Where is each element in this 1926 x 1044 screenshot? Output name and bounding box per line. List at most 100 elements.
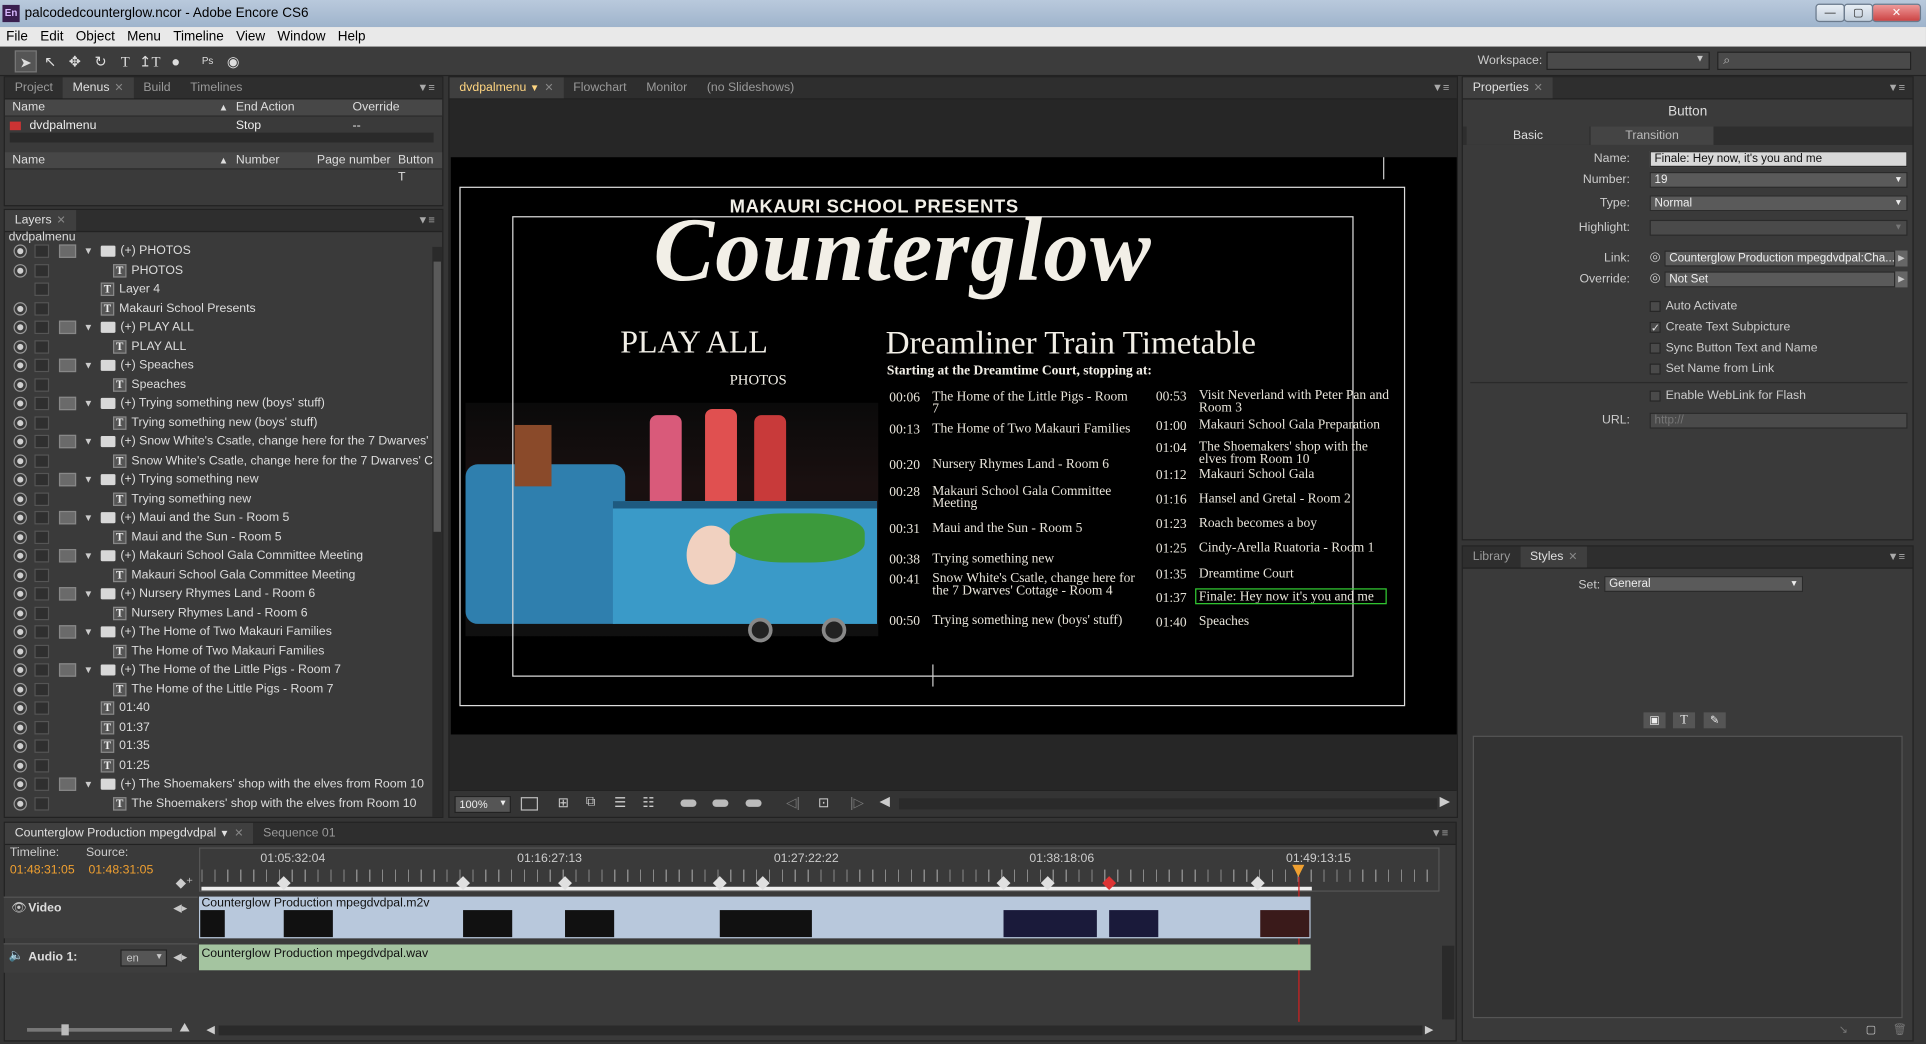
visibility-eye-icon[interactable] bbox=[13, 263, 28, 277]
col-page-number[interactable]: Page number bbox=[317, 152, 391, 169]
visibility-eye-icon[interactable] bbox=[13, 568, 28, 582]
lock-toggle[interactable] bbox=[34, 396, 50, 411]
layer-set-toggle[interactable] bbox=[58, 358, 77, 373]
timetable-stop-button[interactable]: Visit Neverland with Peter Pan and Room … bbox=[1199, 389, 1393, 415]
layer-set-toggle[interactable] bbox=[58, 625, 77, 639]
col-button-name[interactable]: Name bbox=[12, 152, 45, 169]
lock-toggle[interactable] bbox=[34, 510, 50, 525]
zoom-in-icon[interactable]: ⛰ bbox=[179, 1022, 189, 1036]
tab-menus[interactable]: Menus ✕ bbox=[62, 77, 134, 99]
zoom-slider[interactable] bbox=[27, 1024, 172, 1036]
layer-group-row[interactable]: ▼ (+) Nursery Rhymes Land - Room 6 bbox=[5, 585, 432, 604]
layer-set-toggle[interactable] bbox=[58, 549, 77, 563]
tab-basic[interactable]: Basic bbox=[1466, 126, 1590, 145]
layer-row[interactable]: T Speaches bbox=[5, 375, 432, 394]
tab-timeline-main[interactable]: Counterglow Production mpegdvdpal ▼ ✕ bbox=[4, 822, 254, 844]
visibility-eye-icon[interactable] bbox=[13, 491, 28, 506]
menu-menu[interactable]: Menu bbox=[121, 27, 167, 47]
layer-group-row[interactable]: ▼ (+) Maui and the Sun - Room 5 bbox=[5, 508, 432, 527]
menu-file[interactable]: File bbox=[0, 27, 34, 47]
panel-menu-icon[interactable]: ▼≡ bbox=[1431, 827, 1448, 839]
layer-row[interactable]: T Makauri School Gala Committee Meeting bbox=[5, 566, 432, 585]
visibility-eye-icon[interactable] bbox=[13, 549, 28, 563]
tab-slideshows[interactable]: (no Slideshows) bbox=[697, 77, 804, 98]
selected-state-icon[interactable] bbox=[680, 799, 697, 807]
menu-row[interactable]: dvdpalmenu Stop -- bbox=[5, 118, 435, 134]
panel-menu-icon[interactable]: ▼≡ bbox=[1888, 550, 1905, 562]
layer-row[interactable]: T Nursery Rhymes Land - Room 6 bbox=[5, 604, 432, 623]
timetable-stop-button[interactable]: Nursery Rhymes Land - Room 6 bbox=[932, 458, 1135, 472]
menu-canvas[interactable]: MAKAURI SCHOOL PRESENTS Counterglow PLAY… bbox=[450, 157, 1457, 735]
lock-toggle[interactable] bbox=[34, 453, 50, 468]
tab-layers[interactable]: Layers ✕ bbox=[4, 210, 76, 231]
layer-row[interactable]: T Layer 4 bbox=[5, 280, 432, 299]
layer-row[interactable]: T Snow White's Csatle, change here for th… bbox=[5, 451, 432, 470]
route-icon[interactable]: ☰ bbox=[614, 795, 626, 811]
safe-area-icon[interactable] bbox=[520, 797, 538, 811]
layer-set-toggle[interactable] bbox=[58, 396, 77, 411]
layer-set-toggle[interactable] bbox=[58, 434, 77, 449]
layer-set-toggle[interactable] bbox=[58, 777, 77, 791]
timetable-stop-button[interactable]: Makauri School Gala bbox=[1199, 467, 1393, 481]
highlight-icon[interactable] bbox=[745, 799, 762, 807]
delete-style-icon[interactable]: 🗑 bbox=[1893, 1023, 1907, 1037]
option-checkbox[interactable] bbox=[1649, 363, 1661, 375]
timetable-stop-button[interactable]: Snow White's Csatle, change here for the… bbox=[932, 572, 1135, 598]
lock-toggle[interactable] bbox=[34, 320, 50, 335]
layer-group-row[interactable]: ▼ (+) The Shoemakers' shop with the elves… bbox=[5, 775, 432, 794]
close-icon[interactable]: ✕ bbox=[1568, 550, 1577, 562]
text-tool-icon[interactable]: T bbox=[114, 50, 136, 72]
visibility-eye-icon[interactable] bbox=[13, 415, 28, 430]
col-end-action[interactable]: End Action bbox=[236, 99, 295, 116]
layer-row[interactable]: T 01:40 bbox=[5, 699, 432, 718]
layer-row[interactable]: T PLAY ALL bbox=[5, 337, 432, 356]
activated-state-icon[interactable] bbox=[712, 799, 729, 807]
disclosure-triangle-icon[interactable]: ▼ bbox=[84, 318, 94, 336]
option-checkbox[interactable] bbox=[1649, 300, 1661, 312]
vertical-text-tool-icon[interactable]: ↥T bbox=[139, 50, 161, 72]
lock-toggle[interactable] bbox=[34, 739, 50, 753]
lock-toggle[interactable] bbox=[34, 663, 50, 677]
play-all-button[interactable]: PLAY ALL bbox=[620, 324, 768, 361]
lock-toggle[interactable] bbox=[34, 263, 50, 277]
close-icon[interactable]: ✕ bbox=[57, 214, 66, 226]
close-icon[interactable]: ✕ bbox=[114, 81, 123, 93]
close-icon[interactable]: ✕ bbox=[1534, 81, 1543, 93]
close-window-button[interactable]: ✕ bbox=[1871, 3, 1922, 23]
tab-project[interactable]: Project bbox=[5, 77, 63, 98]
disclosure-triangle-icon[interactable]: ▼ bbox=[84, 661, 94, 679]
visibility-eye-icon[interactable] bbox=[13, 663, 28, 677]
lock-toggle[interactable] bbox=[34, 701, 50, 715]
menu-edit[interactable]: Edit bbox=[34, 27, 70, 47]
timetable-stop-button[interactable]: Makauri School Gala Preparation bbox=[1199, 418, 1393, 432]
zoom-select[interactable]: 100% ▼ bbox=[454, 795, 511, 814]
lock-toggle[interactable] bbox=[34, 777, 50, 791]
lock-toggle[interactable] bbox=[34, 301, 50, 316]
tab-sequence-01[interactable]: Sequence 01 bbox=[253, 823, 345, 844]
disclosure-triangle-icon[interactable]: ▼ bbox=[84, 394, 94, 412]
tab-dvdpalmenu[interactable]: dvdpalmenu ▼ ✕ bbox=[449, 77, 564, 99]
visibility-eye-icon[interactable] bbox=[13, 453, 28, 468]
scroll-right-icon[interactable]: ▶ bbox=[1440, 793, 1450, 810]
timetable-stop-button[interactable]: Cindy-Arella Ruatoria - Room 1 bbox=[1199, 541, 1393, 555]
scrollbar-thumb[interactable] bbox=[433, 261, 441, 532]
layer-row[interactable]: T 01:37 bbox=[5, 718, 432, 737]
layer-group-row[interactable]: ▼ (+) Trying something new (boys' stuff) bbox=[5, 394, 432, 413]
visibility-eye-icon[interactable] bbox=[13, 396, 28, 411]
layer-set-toggle[interactable] bbox=[58, 472, 77, 487]
layer-set-toggle[interactable] bbox=[58, 663, 77, 677]
lock-toggle[interactable] bbox=[34, 606, 50, 620]
panel-menu-icon[interactable]: ▼≡ bbox=[417, 214, 434, 226]
visibility-eye-icon[interactable] bbox=[13, 510, 28, 525]
layer-set-toggle[interactable] bbox=[58, 320, 77, 335]
set-select[interactable]: General ▼ bbox=[1604, 576, 1804, 592]
disclosure-triangle-icon[interactable]: ▼ bbox=[84, 585, 94, 603]
visibility-eye-icon[interactable] bbox=[13, 320, 28, 335]
disclosure-triangle-icon[interactable]: ▼ bbox=[84, 547, 94, 565]
selected-button-outline[interactable] bbox=[1195, 588, 1387, 605]
text-style-icon[interactable]: T bbox=[1672, 712, 1696, 729]
col-button-type[interactable]: Button T bbox=[398, 152, 442, 186]
lock-toggle[interactable] bbox=[34, 339, 50, 354]
lock-toggle[interactable] bbox=[34, 491, 50, 506]
panel-menu-icon[interactable]: ▼≡ bbox=[1432, 81, 1449, 93]
